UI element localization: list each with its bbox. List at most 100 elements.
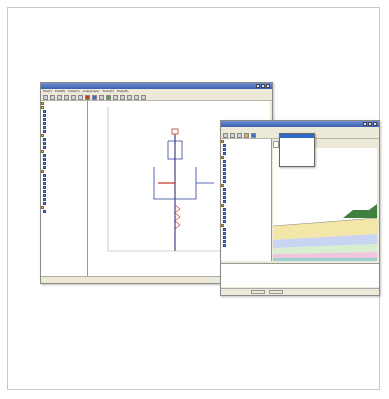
folder-icon: [41, 101, 44, 105]
item-icon: [223, 231, 226, 235]
embankment-analysis-window: [220, 120, 380, 296]
item-icon: [43, 185, 46, 189]
minimize-icon[interactable]: [363, 122, 367, 126]
item-icon: [223, 167, 226, 171]
close-icon[interactable]: [266, 84, 270, 88]
maximize-icon[interactable]: [261, 84, 265, 88]
cut-icon[interactable]: [64, 94, 69, 100]
item-icon: [223, 143, 226, 147]
item-icon: [223, 235, 226, 239]
item-icon: [43, 165, 46, 169]
zoom-icon[interactable]: [99, 94, 104, 100]
view-icon[interactable]: [127, 94, 132, 100]
item-icon: [223, 227, 226, 231]
item-icon: [43, 137, 46, 141]
item-icon: [43, 193, 46, 197]
select-icon[interactable]: [251, 132, 256, 138]
item-icon: [43, 129, 46, 133]
folder-icon: [41, 105, 44, 109]
new-icon[interactable]: [43, 94, 48, 100]
item-icon: [223, 159, 226, 163]
grid-icon[interactable]: [113, 94, 118, 100]
item-icon: [43, 209, 46, 213]
item-icon: [43, 125, 46, 129]
item-icon: [43, 177, 46, 181]
item-icon: [223, 215, 226, 219]
analysis-dropdown-menu: [279, 133, 315, 167]
folder-icon: [41, 149, 44, 153]
tree-item[interactable]: [221, 243, 271, 247]
folder-icon: [41, 133, 44, 137]
save-icon[interactable]: [57, 94, 62, 100]
run-icon[interactable]: [85, 94, 90, 100]
box-icon[interactable]: [134, 94, 139, 100]
item-icon: [43, 117, 46, 121]
item-icon: [223, 211, 226, 215]
item-icon: [43, 189, 46, 193]
item-icon: [43, 197, 46, 201]
item-icon: [223, 151, 226, 155]
open-icon[interactable]: [50, 94, 55, 100]
item-icon: [43, 121, 46, 125]
menu-item[interactable]: Help(H): [117, 89, 128, 94]
menu-item[interactable]: File(F): [43, 89, 52, 94]
item-icon: [223, 207, 226, 211]
item-icon: [223, 191, 226, 195]
folder-icon: [221, 183, 224, 187]
folder-icon: [221, 139, 224, 143]
item-icon: [223, 239, 226, 243]
toolbar: [41, 94, 272, 101]
item-icon: [223, 163, 226, 167]
item-icon: [43, 145, 46, 149]
close-icon[interactable]: [373, 122, 377, 126]
item-icon: [223, 171, 226, 175]
paste-icon[interactable]: [78, 94, 83, 100]
item-icon: [223, 199, 226, 203]
item-icon: [43, 161, 46, 165]
tree-item[interactable]: [41, 209, 87, 213]
copy-icon[interactable]: [71, 94, 76, 100]
folder-icon: [41, 205, 44, 209]
folder-icon[interactable]: [244, 132, 249, 138]
minimize-icon[interactable]: [256, 84, 260, 88]
open-icon[interactable]: [230, 132, 235, 138]
select-icon[interactable]: [92, 94, 97, 100]
model-tree: [221, 139, 272, 261]
item-icon: [223, 187, 226, 191]
item-icon: [43, 157, 46, 161]
message-panel: [221, 263, 379, 287]
status-bar: [221, 288, 379, 295]
menu-item[interactable]: Tools(T): [102, 89, 114, 94]
box-icon[interactable]: [141, 94, 146, 100]
save-icon[interactable]: [237, 132, 242, 138]
new-icon[interactable]: [223, 132, 228, 138]
menu-item[interactable]: Edit(E): [55, 89, 65, 94]
soil-bottom: [273, 258, 377, 261]
item-icon: [43, 153, 46, 157]
model-icon[interactable]: [106, 94, 111, 100]
folder-icon: [221, 223, 224, 227]
pan-icon[interactable]: [120, 94, 125, 100]
folder-icon: [221, 155, 224, 159]
item-icon: [43, 181, 46, 185]
item-icon: [223, 179, 226, 183]
folder-icon: [41, 169, 44, 173]
model-tree: [41, 101, 88, 277]
item-icon: [223, 243, 226, 247]
maximize-icon[interactable]: [368, 122, 372, 126]
dropdown-item[interactable]: [280, 162, 314, 166]
item-icon: [223, 219, 226, 223]
item-icon: [43, 173, 46, 177]
item-icon: [223, 195, 226, 199]
status-field: [269, 290, 283, 294]
item-icon: [43, 113, 46, 117]
item-icon: [223, 147, 226, 151]
folder-icon: [221, 203, 224, 207]
menu-item[interactable]: Analysis(A): [83, 89, 100, 94]
item-icon: [43, 141, 46, 145]
item-icon: [43, 201, 46, 205]
item-icon: [43, 109, 46, 113]
item-icon: [223, 175, 226, 179]
menu-item[interactable]: View(V): [68, 89, 80, 94]
status-field: [251, 290, 265, 294]
